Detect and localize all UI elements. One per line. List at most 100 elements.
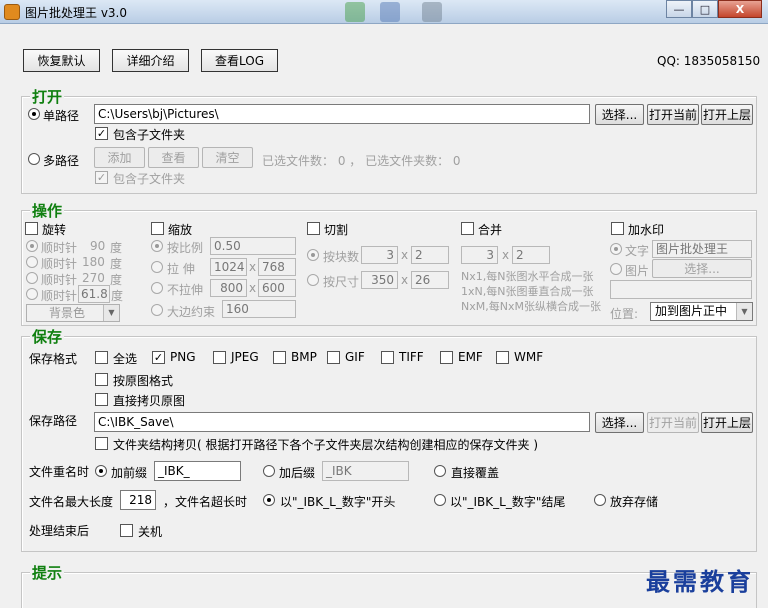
scale-nostretch-radio[interactable]: [151, 282, 163, 294]
start-radio[interactable]: [263, 494, 275, 506]
single-path-radio[interactable]: [28, 108, 40, 120]
scale-nostretch-label: 不拉伸: [167, 283, 204, 297]
scale-stretch-radio[interactable]: [151, 261, 163, 273]
merge-hint-2: 1xN,每N张图垂直合成一张: [461, 285, 594, 298]
rotate-custom-unit: 度: [111, 289, 124, 303]
rotate-270-radio[interactable]: [26, 272, 38, 284]
save-path-input[interactable]: C:\IBK_Save\: [94, 412, 590, 432]
rotate-90-label: 顺时针: [41, 241, 78, 255]
scale-checkbox[interactable]: [151, 222, 164, 235]
multi-path-radio[interactable]: [28, 153, 40, 165]
scale-ratio-input[interactable]: 0.50: [210, 237, 296, 255]
view-button[interactable]: 查看: [148, 147, 199, 168]
close-button[interactable]: X: [718, 0, 762, 18]
cut-by-size-radio[interactable]: [307, 274, 319, 286]
chevron-down-icon: ▼: [736, 303, 752, 320]
reset-defaults-button[interactable]: 恢复默认: [23, 49, 100, 72]
end-radio[interactable]: [434, 494, 446, 506]
watermark-position-label: 位置:: [610, 307, 639, 321]
single-path-label: 单路径: [43, 109, 80, 123]
scale-maxside-radio[interactable]: [151, 304, 163, 316]
format-gif-label: GIF: [345, 350, 365, 364]
max-length-label: 文件名最大长度: [29, 495, 114, 509]
background-color-label: 背景色: [49, 306, 86, 320]
save-open-current-button[interactable]: 打开当前: [647, 412, 699, 433]
scale-nostretch-height[interactable]: 600: [258, 279, 296, 297]
format-emf-checkbox[interactable]: [440, 351, 453, 364]
watermark-text-input[interactable]: 图片批处理王: [652, 240, 752, 258]
format-png-checkbox[interactable]: ✓: [152, 351, 165, 364]
format-tiff-label: TIFF: [399, 350, 424, 364]
scale-ratio-radio[interactable]: [151, 240, 163, 252]
scale-maxside-input[interactable]: 160: [222, 300, 296, 318]
cut-checkbox[interactable]: [307, 222, 320, 235]
merge-hint-3: NxM,每NxM张纵横合成一张: [461, 300, 601, 313]
shutdown-checkbox[interactable]: [120, 524, 133, 537]
watermark-position-value: 加到图片正中: [655, 304, 728, 318]
rotate-180-value: 180: [82, 255, 105, 269]
cut-size-w[interactable]: 350: [361, 271, 398, 289]
scale-nostretch-width[interactable]: 800: [210, 279, 247, 297]
merge-w[interactable]: 3: [461, 246, 498, 264]
format-wmf-checkbox[interactable]: [496, 351, 509, 364]
view-log-button[interactable]: 查看LOG: [201, 49, 278, 72]
add-button[interactable]: 添加: [94, 147, 145, 168]
rotate-180-radio[interactable]: [26, 256, 38, 268]
open-select-button[interactable]: 选择...: [595, 104, 644, 125]
save-open-parent-button[interactable]: 打开上层: [701, 412, 753, 433]
rotate-custom-label: 顺时针: [41, 289, 78, 303]
merge-checkbox[interactable]: [461, 222, 474, 235]
scale-stretch-height[interactable]: 768: [258, 258, 296, 276]
rotate-custom-radio[interactable]: [26, 288, 38, 300]
overwrite-label: 直接覆盖: [451, 466, 500, 480]
hint-group-title: 提示: [30, 564, 65, 582]
watermark-position-select[interactable]: 加到图片正中 ▼: [650, 302, 753, 321]
max-length-input[interactable]: 218: [120, 490, 156, 510]
watermark-image-select-button[interactable]: 选择...: [652, 259, 752, 278]
watermark-checkbox[interactable]: [611, 222, 624, 235]
open-parent-button[interactable]: 打开上层: [701, 104, 753, 125]
open-path-input[interactable]: C:\Users\bj\Pictures\: [94, 104, 590, 124]
include-subfolders-checkbox[interactable]: ✓: [95, 127, 108, 140]
save-select-button[interactable]: 选择...: [595, 412, 644, 433]
watermark-image-label: 图片: [625, 264, 650, 278]
watermark-image-path[interactable]: [610, 280, 752, 299]
scale-stretch-width[interactable]: 1024: [210, 258, 247, 276]
original-format-checkbox[interactable]: [95, 373, 108, 386]
suffix-input[interactable]: _IBK: [322, 461, 409, 481]
scale-label: 缩放: [168, 223, 193, 237]
open-current-button[interactable]: 打开当前: [647, 104, 699, 125]
cut-size-h[interactable]: 26: [411, 271, 449, 289]
rotate-custom-input[interactable]: 61.8: [78, 285, 110, 303]
format-tiff-checkbox[interactable]: [381, 351, 394, 364]
format-bmp-checkbox[interactable]: [273, 351, 286, 364]
merge-h[interactable]: 2: [512, 246, 550, 264]
suffix-radio[interactable]: [263, 465, 275, 477]
save-format-label: 保存格式: [29, 352, 78, 366]
watermark-image-radio[interactable]: [610, 263, 622, 275]
format-bmp-label: BMP: [291, 350, 317, 364]
include-subfolders-2-checkbox[interactable]: ✓: [95, 171, 108, 184]
background-color-select[interactable]: 背景色 ▼: [26, 304, 120, 322]
overwrite-radio[interactable]: [434, 465, 446, 477]
cut-block-w[interactable]: 3: [361, 246, 398, 264]
rotate-90-radio[interactable]: [26, 240, 38, 252]
cut-by-block-radio[interactable]: [307, 249, 319, 261]
rotate-checkbox[interactable]: [25, 222, 38, 235]
prefix-radio[interactable]: [95, 465, 107, 477]
copy-original-checkbox[interactable]: [95, 393, 108, 406]
format-jpeg-checkbox[interactable]: [213, 351, 226, 364]
abandon-radio[interactable]: [594, 494, 606, 506]
watermark-text-radio[interactable]: [610, 243, 622, 255]
folder-structure-checkbox[interactable]: [95, 437, 108, 450]
details-button[interactable]: 详细介绍: [112, 49, 189, 72]
format-gif-checkbox[interactable]: [327, 351, 340, 364]
original-format-label: 按原图格式: [113, 374, 174, 388]
format-all-checkbox[interactable]: [95, 351, 108, 364]
maximize-button[interactable]: □: [692, 0, 718, 18]
start-label: 以"_IBK_L_数字"开头: [280, 495, 396, 509]
cut-block-h[interactable]: 2: [411, 246, 449, 264]
minimize-button[interactable]: —: [666, 0, 692, 18]
prefix-input[interactable]: _IBK_: [154, 461, 241, 481]
clear-button[interactable]: 清空: [202, 147, 253, 168]
